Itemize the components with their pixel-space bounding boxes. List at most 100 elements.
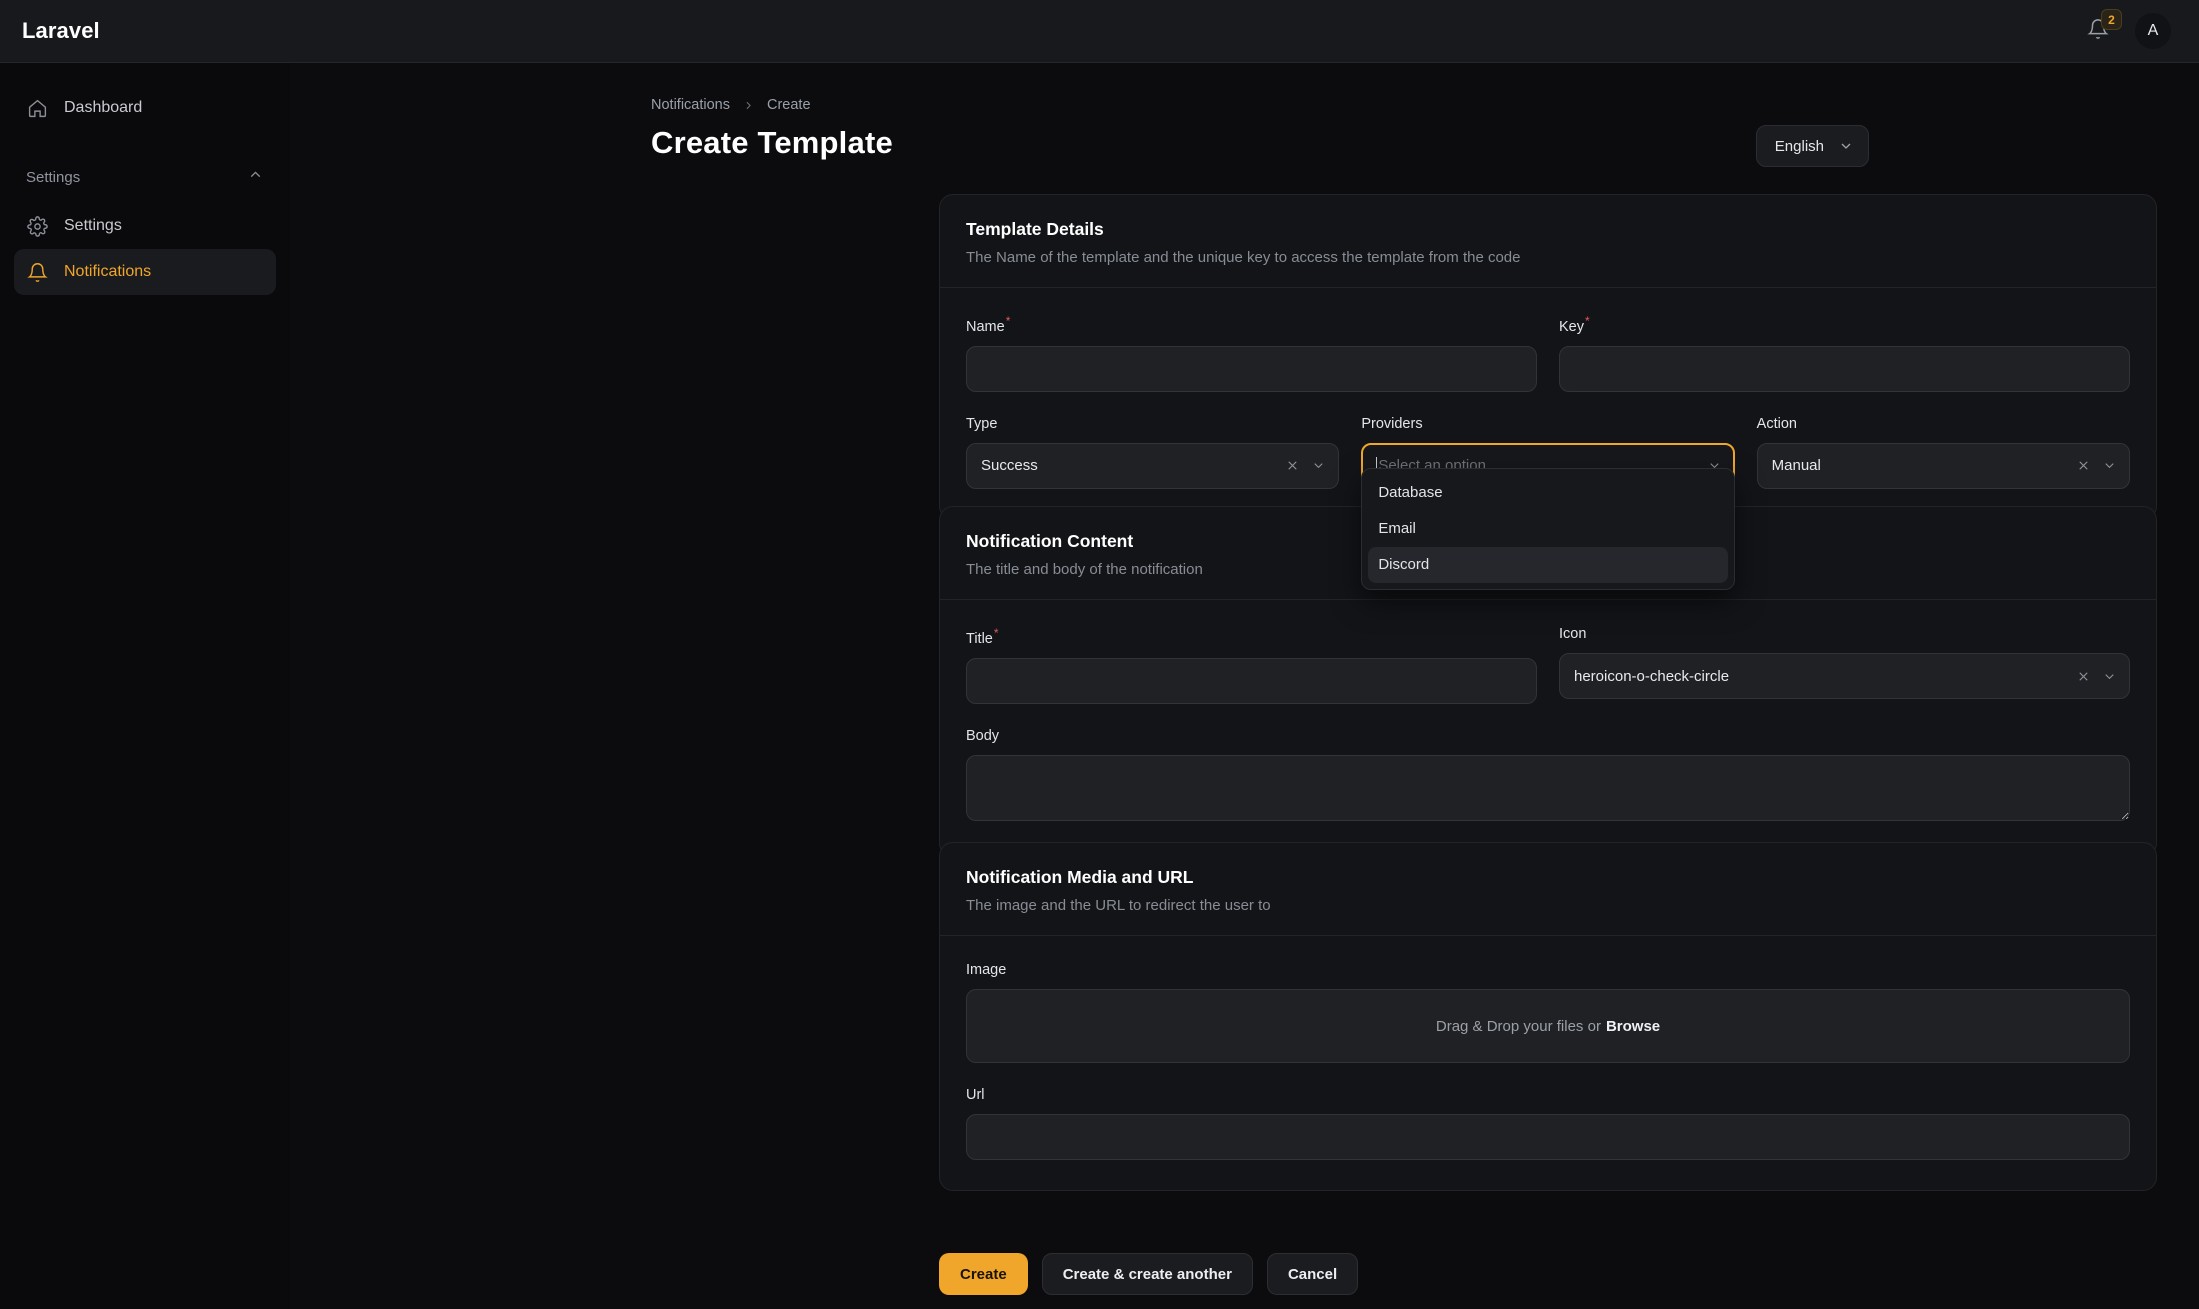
chevron-down-icon[interactable] [2102,458,2117,473]
form-row-body: Body [966,728,2130,826]
body-textarea[interactable] [966,755,2130,821]
form-row-type-providers-action: Type Success Providers Select an option [966,416,2130,489]
card-template-details: Template Details The Name of the templat… [939,194,2157,520]
field-label: Type [966,416,1339,432]
app-brand: Laravel [22,18,100,44]
gear-icon [26,215,48,237]
avatar[interactable]: A [2135,13,2171,49]
create-and-create-another-button[interactable]: Create & create another [1042,1253,1253,1295]
field-label: Body [966,728,2130,744]
sidebar-item-label: Notifications [64,263,151,281]
field-name: Name* [966,314,1537,392]
field-providers: Providers Select an option Database Emai… [1361,416,1734,489]
sidebar-item-settings[interactable]: Settings [14,203,276,249]
image-dropzone[interactable]: Drag & Drop your files or Browse [966,989,2130,1063]
home-icon [26,97,48,119]
form-row-url: Url [966,1087,2130,1160]
sidebar-item-notifications[interactable]: Notifications [14,249,276,295]
card-notification-media: Notification Media and URL The image and… [939,842,2157,1191]
type-select-icons [1285,458,1326,473]
main-content: Notifications Create Create Template Eng… [290,63,2199,1309]
field-url: Url [966,1087,2130,1160]
breadcrumb-item-notifications[interactable]: Notifications [651,97,730,113]
field-action: Action Manual [1757,416,2130,489]
field-key: Key* [1559,314,2130,392]
card-body: Title* Icon heroicon-o-check-circle [940,600,2156,856]
action-select-icons [2076,458,2117,473]
field-label: Title* [966,626,1537,647]
field-label-text: Title [966,631,993,647]
field-label: Action [1757,416,2130,432]
field-image: Image Drag & Drop your files or Browse [966,962,2130,1063]
dropzone-text: Drag & Drop your files or [1436,1018,1601,1035]
breadcrumb-item-create[interactable]: Create [767,97,811,113]
form-row-name-key: Name* Key* [966,314,2130,392]
notification-count-badge: 2 [2101,9,2122,30]
language-selector-label: English [1775,138,1824,155]
cancel-button[interactable]: Cancel [1267,1253,1358,1295]
action-select[interactable]: Manual [1757,443,2130,489]
sidebar-item-label: Dashboard [64,99,142,117]
field-label-text: Name [966,319,1005,335]
sidebar-group-label: Settings [26,169,80,186]
card-description: The image and the URL to redirect the us… [966,897,2130,914]
close-icon[interactable] [1285,458,1300,473]
chevron-down-icon[interactable] [1311,458,1326,473]
chevron-right-icon [742,99,755,112]
card-header: Template Details The Name of the templat… [940,195,2156,288]
name-input[interactable] [966,346,1537,392]
card-title: Template Details [966,219,2130,240]
action-select-value: Manual [1772,457,2076,474]
card-body: Image Drag & Drop your files or Browse Ur… [940,936,2156,1190]
sidebar-item-dashboard[interactable]: Dashboard [14,85,276,131]
chevron-down-icon [1838,138,1854,154]
card-title: Notification Media and URL [966,867,2130,888]
icon-select-value: heroicon-o-check-circle [1574,668,2076,685]
key-input[interactable] [1559,346,2130,392]
field-label: Url [966,1087,2130,1103]
card-body: Name* Key* Type Success [940,288,2156,519]
required-marker: * [1585,314,1590,328]
page-header-left: Notifications Create Create Template [651,97,893,161]
icon-select-icons [2076,669,2117,684]
field-icon: Icon heroicon-o-check-circle [1559,626,2130,704]
required-marker: * [994,626,999,640]
dropdown-option-database[interactable]: Database [1368,475,1727,511]
notifications-button[interactable]: 2 [2081,14,2115,48]
providers-dropdown: Database Email Discord [1361,468,1734,590]
breadcrumb: Notifications Create [651,97,893,113]
dropdown-option-email[interactable]: Email [1368,511,1727,547]
field-label-text: Key [1559,319,1584,335]
required-marker: * [1006,314,1011,328]
dropzone-browse-link[interactable]: Browse [1606,1018,1660,1035]
chevron-down-icon[interactable] [2102,669,2117,684]
card-header: Notification Media and URL The image and… [940,843,2156,936]
page-header: Notifications Create Create Template Eng… [651,97,1869,167]
chevron-up-icon [247,166,264,188]
page-title: Create Template [651,125,893,161]
field-body: Body [966,728,2130,826]
field-label: Key* [1559,314,2130,335]
close-icon[interactable] [2076,458,2091,473]
icon-select[interactable]: heroicon-o-check-circle [1559,653,2130,699]
field-label: Icon [1559,626,2130,642]
dropdown-option-discord[interactable]: Discord [1368,547,1727,583]
bell-icon [26,261,48,283]
close-icon[interactable] [2076,669,2091,684]
language-selector[interactable]: English [1756,125,1869,167]
card-description: The Name of the template and the unique … [966,249,2130,266]
type-select-value: Success [981,457,1285,474]
url-input[interactable] [966,1114,2130,1160]
field-label: Image [966,962,2130,978]
form-row-image: Image Drag & Drop your files or Browse [966,962,2130,1063]
create-button[interactable]: Create [939,1253,1028,1295]
top-bar-right: 2 A [2081,13,2171,49]
type-select[interactable]: Success [966,443,1339,489]
sidebar-item-label: Settings [64,217,122,235]
sidebar: Dashboard Settings Settings Notification… [0,63,290,1309]
field-title: Title* [966,626,1537,704]
field-label: Name* [966,314,1537,335]
sidebar-group-settings[interactable]: Settings [14,155,276,199]
title-input[interactable] [966,658,1537,704]
top-bar: Laravel 2 A [0,0,2199,63]
